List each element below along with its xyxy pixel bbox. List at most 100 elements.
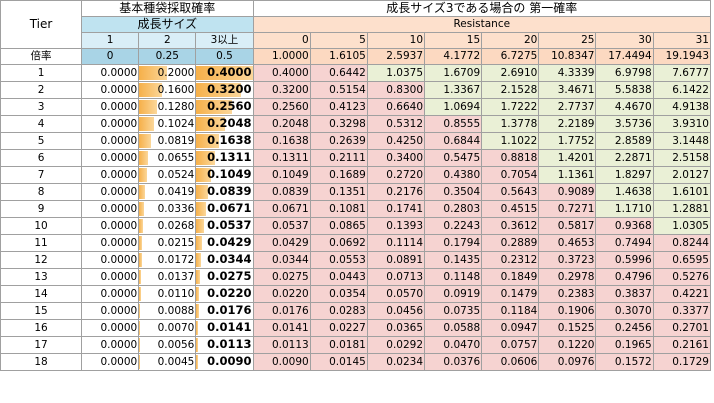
base-probability-cell[interactable]: 0.0839 <box>195 183 254 201</box>
base-probability-cell[interactable]: 0.1049 <box>195 166 254 184</box>
resistance-probability-cell[interactable]: 0.0692 <box>309 234 368 252</box>
base-probability-cell[interactable]: 0.1024 <box>138 115 197 133</box>
base-probability-cell[interactable]: 0.0088 <box>138 302 197 320</box>
resistance-probability-cell[interactable]: 0.6595 <box>652 251 712 269</box>
resistance-probability-cell[interactable]: 0.0365 <box>366 319 426 337</box>
growth-size-cell[interactable]: 3以上 <box>195 32 254 49</box>
resistance-probability-cell[interactable]: 3.4671 <box>538 81 597 99</box>
resistance-probability-cell[interactable]: 0.7271 <box>538 200 597 218</box>
resistance-probability-cell[interactable]: 0.8300 <box>366 81 426 99</box>
resistance-probability-cell[interactable]: 2.0127 <box>652 166 712 184</box>
base-probability-cell[interactable]: 0.2000 <box>138 64 197 82</box>
resistance-probability-cell[interactable]: 0.0606 <box>481 353 540 371</box>
resistance-probability-cell[interactable]: 0.3200 <box>252 81 311 99</box>
resistance-value-cell[interactable]: 15 <box>424 32 483 49</box>
resistance-probability-cell[interactable]: 0.2048 <box>252 115 311 133</box>
resistance-probability-cell[interactable]: 0.3400 <box>366 149 426 167</box>
tier-cell[interactable]: 7 <box>0 166 83 184</box>
resistance-probability-cell[interactable]: 1.1022 <box>481 132 540 150</box>
resistance-probability-cell[interactable]: 1.3367 <box>424 81 483 99</box>
resistance-probability-cell[interactable]: 0.3612 <box>481 217 540 235</box>
resistance-probability-cell[interactable]: 0.0757 <box>481 336 540 354</box>
base-probability-cell[interactable]: 0.3200 <box>195 81 254 99</box>
resistance-probability-cell[interactable]: 0.1729 <box>652 353 712 371</box>
resistance-probability-cell[interactable]: 0.1572 <box>595 353 654 371</box>
resistance-probability-cell[interactable]: 0.1638 <box>252 132 311 150</box>
base-probability-cell[interactable]: 0.0000 <box>81 64 140 82</box>
resistance-probability-cell[interactable]: 2.2189 <box>538 115 597 133</box>
tier-cell[interactable]: 2 <box>0 81 83 99</box>
resistance-probability-cell[interactable]: 0.0220 <box>252 285 311 303</box>
resistance-probability-cell[interactable]: 0.0234 <box>366 353 426 371</box>
resistance-probability-cell[interactable]: 0.1689 <box>309 166 368 184</box>
resistance-probability-cell[interactable]: 0.8244 <box>652 234 712 252</box>
resistance-probability-cell[interactable]: 0.0553 <box>309 251 368 269</box>
resistance-factor-cell[interactable]: 6.7275 <box>481 48 540 65</box>
resistance-probability-cell[interactable]: 2.8589 <box>595 132 654 150</box>
growth-size-header[interactable]: 成長サイズ <box>81 16 254 33</box>
resistance-probability-cell[interactable]: 0.4796 <box>595 268 654 286</box>
resistance-probability-cell[interactable]: 0.0283 <box>309 302 368 320</box>
base-probability-cell[interactable]: 0.0537 <box>195 217 254 235</box>
resistance-probability-cell[interactable]: 0.4653 <box>538 234 597 252</box>
base-probability-cell[interactable]: 0.1280 <box>138 98 197 116</box>
resistance-probability-cell[interactable]: 0.5154 <box>309 81 368 99</box>
resistance-probability-cell[interactable]: 1.7222 <box>481 98 540 116</box>
resistance-probability-cell[interactable]: 0.0181 <box>309 336 368 354</box>
resistance-probability-cell[interactable]: 0.1148 <box>424 268 483 286</box>
base-probability-cell[interactable]: 0.0819 <box>138 132 197 150</box>
resistance-probability-cell[interactable]: 0.3070 <box>595 302 654 320</box>
base-probability-cell[interactable]: 0.0056 <box>138 336 197 354</box>
base-probability-cell[interactable]: 0.0524 <box>138 166 197 184</box>
base-probability-cell[interactable]: 0.0070 <box>138 319 197 337</box>
resistance-probability-cell[interactable]: 1.6709 <box>424 64 483 82</box>
resistance-factor-cell[interactable]: 4.1772 <box>424 48 483 65</box>
resistance-probability-cell[interactable]: 0.3837 <box>595 285 654 303</box>
base-probability-title[interactable]: 基本種袋採取確率 <box>81 0 254 17</box>
resistance-probability-cell[interactable]: 0.0145 <box>309 353 368 371</box>
tier-cell[interactable]: 9 <box>0 200 83 218</box>
resistance-probability-cell[interactable]: 1.0694 <box>424 98 483 116</box>
resistance-value-cell[interactable]: 20 <box>481 32 540 49</box>
resistance-probability-cell[interactable]: 0.0671 <box>252 200 311 218</box>
base-probability-cell[interactable]: 0.2560 <box>195 98 254 116</box>
resistance-probability-cell[interactable]: 0.0292 <box>366 336 426 354</box>
resistance-probability-cell[interactable]: 0.1049 <box>252 166 311 184</box>
resistance-probability-cell[interactable]: 0.3377 <box>652 302 712 320</box>
resistance-probability-cell[interactable]: 0.2111 <box>309 149 368 167</box>
resistance-value-cell[interactable]: 30 <box>595 32 654 49</box>
resistance-probability-cell[interactable]: 1.4201 <box>538 149 597 167</box>
resistance-probability-cell[interactable]: 2.7737 <box>538 98 597 116</box>
resistance-probability-cell[interactable]: 0.0570 <box>366 285 426 303</box>
resistance-probability-cell[interactable]: 2.2871 <box>595 149 654 167</box>
resistance-probability-cell[interactable]: 0.6640 <box>366 98 426 116</box>
resistance-probability-cell[interactable]: 6.9798 <box>595 64 654 82</box>
resistance-probability-cell[interactable]: 0.2161 <box>652 336 712 354</box>
resistance-probability-cell[interactable]: 0.2639 <box>309 132 368 150</box>
resistance-probability-cell[interactable]: 0.6442 <box>309 64 368 82</box>
factor-label-cell[interactable]: 倍率 <box>0 48 83 65</box>
resistance-probability-cell[interactable]: 0.1849 <box>481 268 540 286</box>
base-probability-cell[interactable]: 0.0000 <box>81 234 140 252</box>
tier-cell[interactable]: 4 <box>0 115 83 133</box>
resistance-probability-cell[interactable]: 1.4638 <box>595 183 654 201</box>
resistance-probability-cell[interactable]: 0.4000 <box>252 64 311 82</box>
base-probability-cell[interactable]: 0.0000 <box>81 132 140 150</box>
resistance-probability-cell[interactable]: 6.1422 <box>652 81 712 99</box>
base-probability-cell[interactable]: 0.0220 <box>195 285 254 303</box>
resistance-probability-cell[interactable]: 0.2889 <box>481 234 540 252</box>
resistance-probability-cell[interactable]: 3.9310 <box>652 115 712 133</box>
resistance-probability-cell[interactable]: 0.1311 <box>252 149 311 167</box>
tier-cell[interactable]: 15 <box>0 302 83 320</box>
resistance-probability-cell[interactable]: 0.4515 <box>481 200 540 218</box>
base-probability-cell[interactable]: 0.0000 <box>81 336 140 354</box>
tier-cell[interactable]: 12 <box>0 251 83 269</box>
resistance-probability-cell[interactable]: 0.0354 <box>309 285 368 303</box>
resistance-probability-cell[interactable]: 0.1220 <box>538 336 597 354</box>
resistance-probability-cell[interactable]: 1.1710 <box>595 200 654 218</box>
resistance-probability-cell[interactable]: 0.1114 <box>366 234 426 252</box>
base-probability-cell[interactable]: 0.0176 <box>195 302 254 320</box>
base-probability-cell[interactable]: 0.0275 <box>195 268 254 286</box>
base-factor-cell[interactable]: 0.5 <box>195 48 254 65</box>
resistance-probability-cell[interactable]: 0.6844 <box>424 132 483 150</box>
